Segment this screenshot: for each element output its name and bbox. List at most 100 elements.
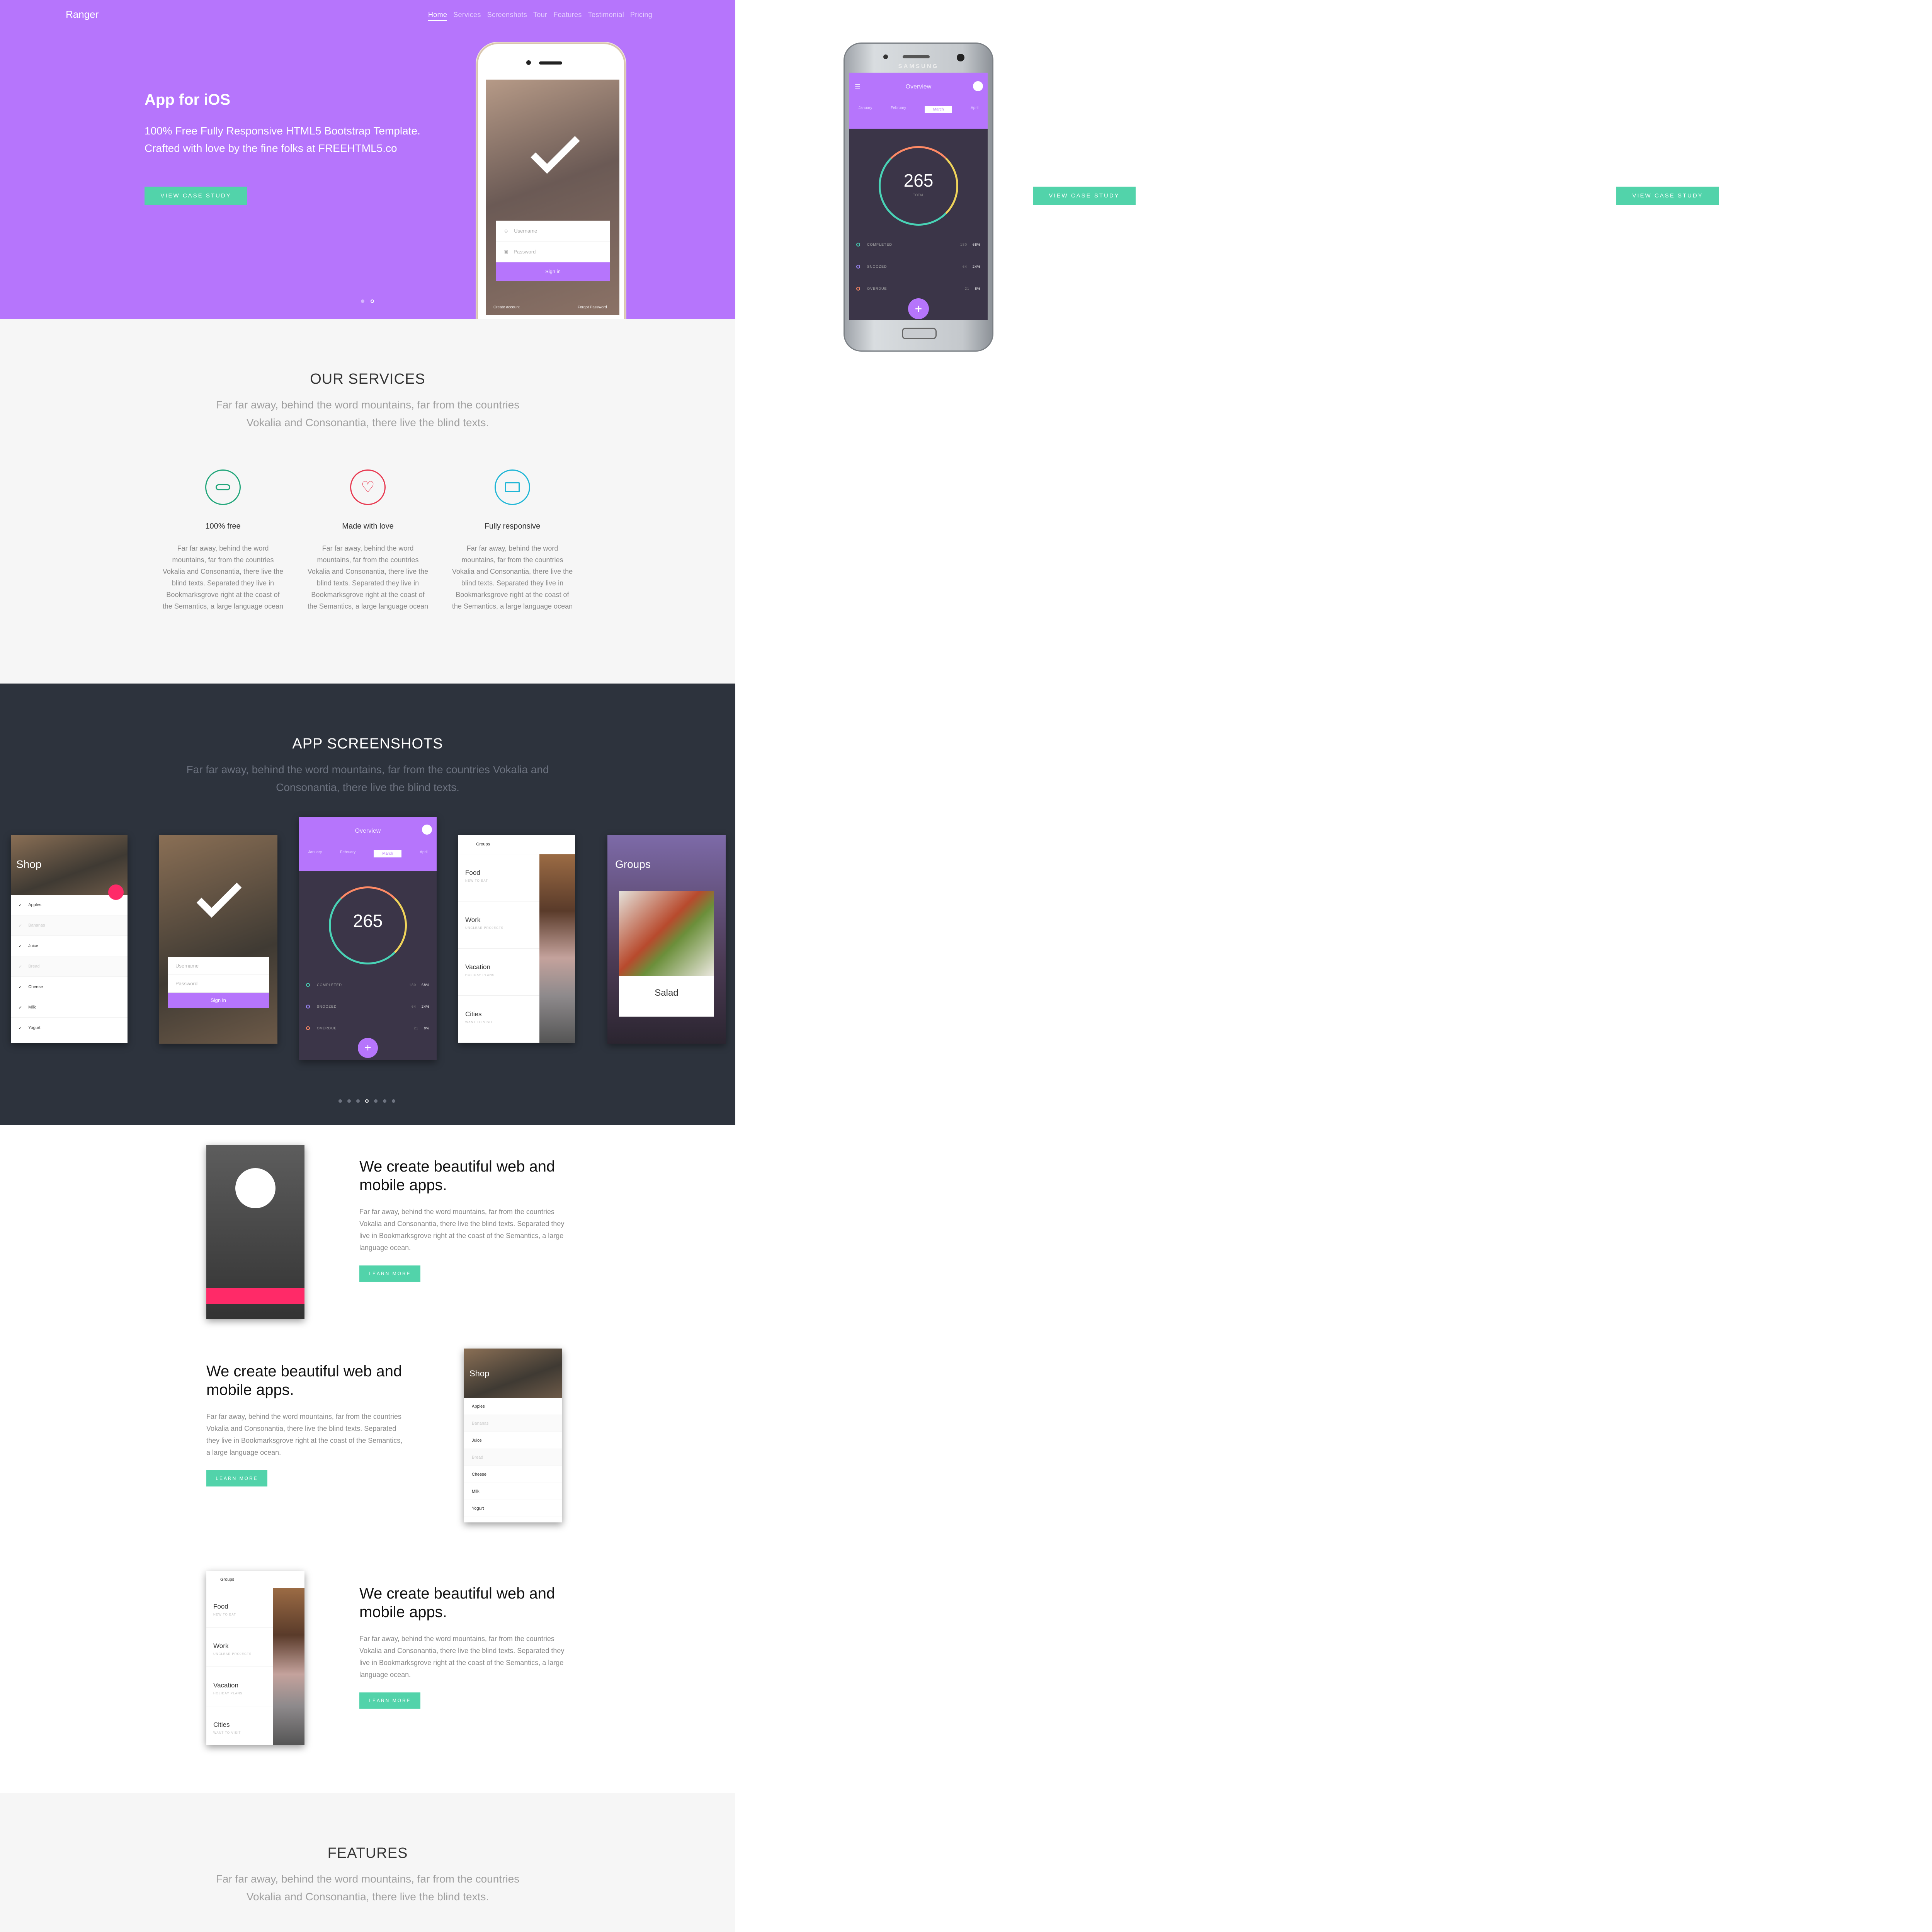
nav-screenshots[interactable]: Screenshots (487, 11, 527, 21)
groups-photos (273, 1588, 304, 1745)
stat-label: COMPLETED (867, 243, 893, 247)
groups-list: Food NEW TO EAT Work UNCLEAR PROJECTS Vaca… (458, 854, 539, 1043)
overview-header: Overview January February March April (299, 817, 437, 871)
view-case-study-button-3[interactable]: VIEW CASE STUDY (1616, 187, 1719, 205)
brand-logo[interactable]: Ranger (66, 9, 99, 20)
signin-button (206, 1288, 304, 1304)
list-item: Food NEW TO EAT (206, 1588, 273, 1628)
overview-title: Overview (905, 83, 932, 90)
learn-more-button[interactable]: LEARN MORE (359, 1265, 420, 1282)
shop-list: ✓ Apples ✓ Bananas ✓ Juice ✓ Bread ✓ Cheese ✓… (11, 895, 128, 1038)
nav-home[interactable]: Home (428, 11, 447, 21)
screenshot-overview[interactable]: Overview January February March April 265 C… (299, 817, 437, 1060)
create-account-link[interactable]: Create account (493, 305, 520, 310)
nav-features[interactable]: Features (553, 11, 582, 21)
stat-count: 180 (960, 243, 967, 247)
forgot-password-link[interactable]: Forgot Password (578, 305, 607, 310)
stat-pct: 8% (975, 287, 981, 291)
feature-text: Far far away, behind the word mountains,… (359, 1635, 565, 1679)
nav-testimonial[interactable]: Testimonial (588, 11, 624, 21)
screenshot-groups[interactable]: Groups Food NEW TO EAT Work UNCLEAR PROJEC… (458, 835, 575, 1043)
feature-login-screenshot (206, 1145, 304, 1319)
slider-dot[interactable] (374, 1099, 378, 1103)
overview-screen: ☰ Overview January February March April … (849, 73, 988, 320)
slider-dot-active[interactable] (371, 299, 374, 303)
avatar[interactable] (973, 81, 983, 91)
speaker (903, 55, 930, 58)
tab-month[interactable]: February (891, 106, 906, 113)
view-case-study-button[interactable]: VIEW CASE STUDY (145, 187, 247, 205)
slider-dot-active[interactable] (365, 1099, 369, 1103)
groups-title: Groups (206, 1571, 304, 1588)
stat-row: SNOOZED 64 24% (856, 265, 981, 269)
handshake-icon (205, 469, 241, 505)
list-item: Apples (464, 1398, 562, 1415)
status-dot (856, 265, 860, 269)
groups-list: Food NEW TO EAT Work UNCLEAR PROJECTS Vaca… (206, 1588, 273, 1745)
username-field: Username (168, 957, 269, 975)
view-case-study-button-2[interactable]: VIEW CASE STUDY (1033, 187, 1136, 205)
slider-dot[interactable] (383, 1099, 386, 1103)
heart-icon: ♡ (350, 469, 386, 505)
screenshot-login[interactable]: Username Password Sign in (159, 835, 277, 1044)
sensor (883, 54, 888, 59)
salad-caption: Salad (619, 976, 714, 1017)
status-dot (856, 243, 860, 247)
service-text: Far far away, behind the word mountains,… (162, 544, 284, 610)
speaker (539, 61, 562, 65)
features-title: FEATURES (327, 1845, 408, 1861)
service-text: Far far away, behind the word mountains,… (452, 544, 573, 610)
list-item: ✓ Yogurt (11, 1018, 128, 1038)
checkmark-icon (196, 872, 242, 918)
list-item: Bread (464, 1449, 562, 1466)
shop-list: Apples Bananas Juice Bread Cheese Milk Y… (464, 1398, 562, 1517)
list-item: ✓ Apples (11, 895, 128, 915)
slider-dot[interactable] (356, 1099, 360, 1103)
nav-tour[interactable]: Tour (533, 11, 547, 21)
total-count: 265 (353, 911, 383, 931)
nav-pricing[interactable]: Pricing (630, 11, 652, 21)
slider-dot[interactable] (338, 1099, 342, 1103)
month-tabs: January February March April (849, 106, 988, 113)
signin-button[interactable]: Sign in (496, 262, 610, 281)
feature-text: Far far away, behind the word mountains,… (206, 1413, 403, 1456)
camera (957, 54, 964, 61)
username-field[interactable]: ☺ Username (496, 221, 610, 242)
screenshots-subtitle: Far far away, behind the word mountains,… (186, 764, 549, 793)
camera (526, 60, 531, 65)
feature-groups-screenshot: Groups Food NEW TO EAT Work UNCLEAR PROJEC… (206, 1571, 304, 1745)
login-screen: ☺ Username ▣ Password Sign in Create accou… (486, 80, 619, 315)
nav-services[interactable]: Services (453, 11, 481, 21)
tab-month-active[interactable]: March (924, 106, 952, 113)
add-button[interactable]: + (908, 298, 929, 319)
list-item: ✓ Juice (11, 936, 128, 956)
feature-row-1: We create beautiful web and mobile apps.… (359, 1157, 576, 1282)
signin-button: Sign in (168, 993, 269, 1008)
salad-image (619, 891, 714, 976)
learn-more-button[interactable]: LEARN MORE (359, 1692, 420, 1709)
tab-month[interactable]: April (971, 106, 978, 113)
main-nav: Home Services Screenshots Tour Features … (428, 11, 652, 21)
screenshot-salad[interactable]: Groups Salad (607, 835, 726, 1044)
list-item: Cheese (464, 1466, 562, 1483)
password-placeholder: Password (514, 249, 536, 255)
service-card: 100% free Far far away, behind the word … (161, 469, 285, 612)
service-card: ♡ Made with love Far far away, behind th… (306, 469, 430, 612)
service-card: Fully responsive Far far away, behind th… (451, 469, 574, 612)
add-button (108, 884, 124, 900)
password-field[interactable]: ▣ Password (496, 242, 610, 262)
stat-row: OVERDUE 21 8% (856, 287, 981, 291)
learn-more-button[interactable]: LEARN MORE (206, 1470, 267, 1486)
tab-month[interactable]: January (859, 106, 872, 113)
list-item: Cities WANT TO VISIT (206, 1706, 273, 1745)
home-button (902, 328, 937, 339)
slider-dot[interactable] (392, 1099, 395, 1103)
features-section: FEATURES Far far away, behind the word m… (0, 1793, 735, 1932)
list-item: Vacation HOLIDAY PLANS (458, 949, 539, 996)
stat-count: 21 (964, 287, 969, 291)
screenshot-shop[interactable]: Shop ✓ Apples ✓ Bananas ✓ Juice ✓ Bread ✓ Che… (11, 835, 128, 1043)
list-item: Work UNCLEAR PROJECTS (206, 1628, 273, 1667)
slider-dot[interactable] (347, 1099, 351, 1103)
monitor-icon (495, 469, 530, 505)
slider-dot[interactable] (361, 299, 364, 303)
